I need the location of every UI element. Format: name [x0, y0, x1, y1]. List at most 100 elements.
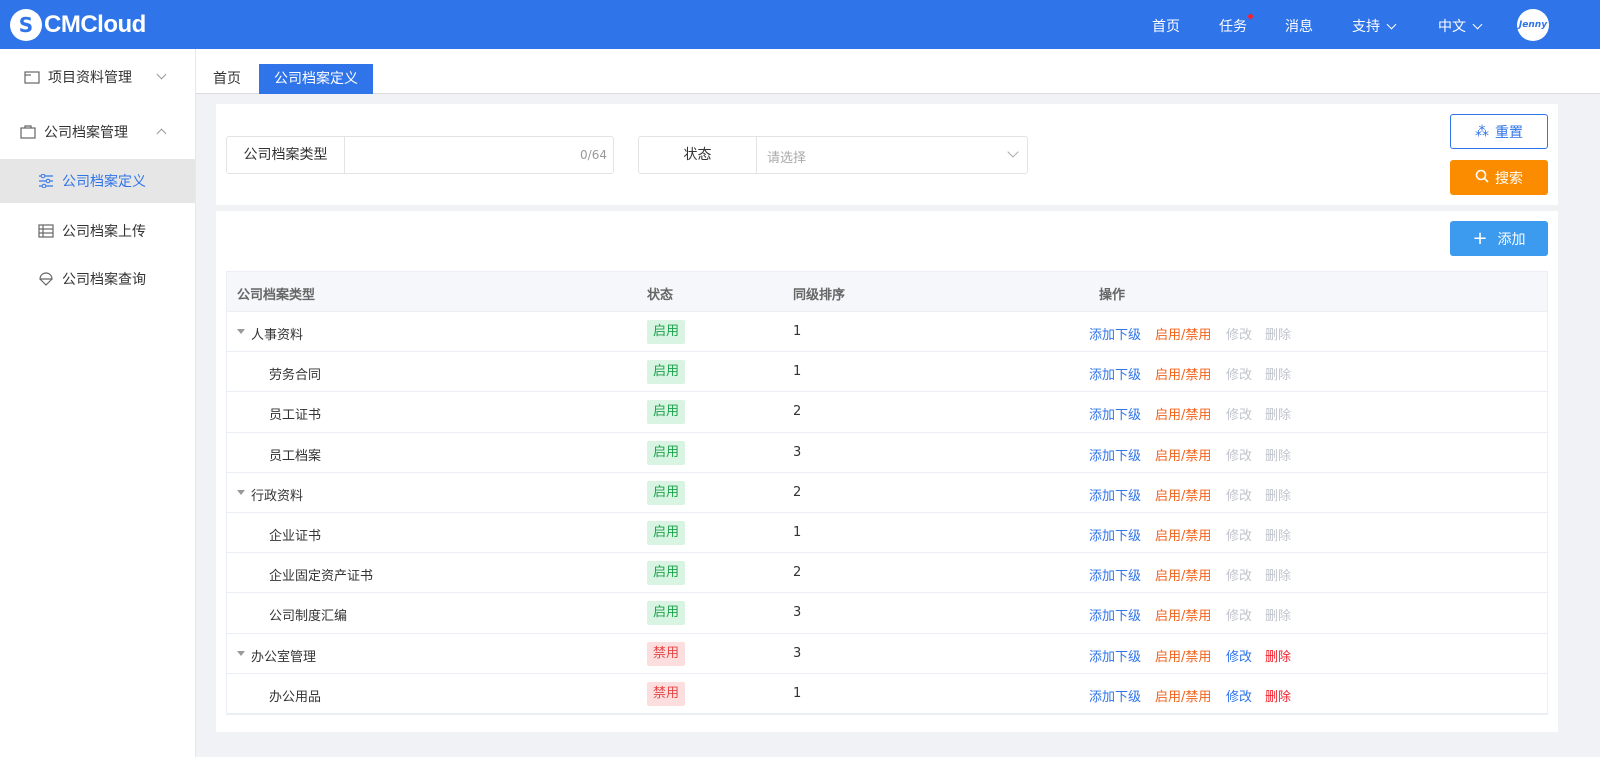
doc-type-name: 企业证书	[269, 528, 322, 544]
table-row: 公司制度汇编 启用 3 添加下级 启用/禁用 修改 删除	[227, 593, 1547, 634]
toggle-status-link[interactable]: 启用/禁用	[1155, 686, 1211, 705]
sidebar-item-company-doc-upload[interactable]: 公司档案上传	[0, 209, 195, 253]
add-child-link[interactable]: 添加下级	[1089, 686, 1141, 705]
add-child-link[interactable]: 添加下级	[1089, 364, 1141, 383]
sidebar-item-company-doc-query[interactable]: 公司档案查询	[0, 257, 195, 301]
chevron-up-icon	[156, 128, 167, 139]
nav-home[interactable]: 首页	[1152, 16, 1180, 36]
add-child-link[interactable]: 添加下级	[1089, 565, 1141, 584]
sidebar-item-label: 公司档案定义	[62, 174, 146, 190]
server-icon	[38, 224, 54, 238]
sidebar-item-company-docs[interactable]: 公司档案管理	[0, 110, 195, 154]
sidebar-item-label: 公司档案查询	[62, 272, 146, 288]
nav-messages[interactable]: 消息	[1285, 16, 1313, 36]
nav-tasks[interactable]: 任务	[1219, 14, 1253, 36]
doc-type-name: 企业固定资产证书	[269, 569, 374, 585]
sort-order: 3	[793, 605, 802, 621]
delete-link: 删除	[1265, 609, 1292, 625]
sort-order: 2	[793, 404, 802, 420]
tab-company-doc-definition[interactable]: 公司档案定义	[259, 64, 373, 94]
doc-type-input-wrap: 0/64	[345, 137, 613, 173]
add-child-link[interactable]: 添加下级	[1089, 404, 1141, 423]
sidebar-item-project-docs[interactable]: 项目资料管理	[0, 55, 195, 99]
sidebar-item-label: 公司档案上传	[62, 224, 146, 240]
toggle-status-link[interactable]: 启用/禁用	[1155, 324, 1211, 343]
nav-language[interactable]: 中文	[1438, 16, 1483, 36]
add-child-link[interactable]: 添加下级	[1089, 324, 1141, 343]
delete-link[interactable]: 删除	[1265, 686, 1291, 705]
add-child-link[interactable]: 添加下级	[1089, 646, 1141, 665]
status-badge: 启用	[647, 360, 686, 385]
delete-link: 删除	[1265, 448, 1292, 464]
doc-type-input[interactable]	[345, 137, 613, 173]
status-placeholder: 请选择	[767, 151, 807, 166]
edit-link: 修改	[1226, 528, 1253, 544]
status-badge: 启用	[647, 320, 686, 344]
edit-link: 修改	[1226, 368, 1253, 384]
toggle-status-link[interactable]: 启用/禁用	[1155, 364, 1211, 383]
col-status: 状态	[647, 288, 674, 303]
toggle-status-link[interactable]: 启用/禁用	[1155, 445, 1211, 464]
avatar[interactable]: Jenny	[1517, 9, 1549, 41]
status-badge: 启用	[647, 440, 686, 465]
folder-icon	[24, 70, 40, 84]
reset-button-label: 重置	[1495, 124, 1523, 141]
table-header: 公司档案类型 状态 同级排序 操作	[227, 272, 1547, 312]
sidebar-item-label: 项目资料管理	[48, 70, 132, 86]
reset-button[interactable]: ⁂ 重置	[1450, 114, 1548, 149]
add-button[interactable]: + 添加	[1450, 221, 1548, 256]
top-header: S CMCloud 首页 任务 消息 支持 中文 Jenny	[0, 0, 1600, 49]
doc-type-name: 员工证书	[269, 408, 322, 424]
toggle-status-link[interactable]: 启用/禁用	[1155, 605, 1211, 624]
table-row: 行政资料 启用 2 添加下级 启用/禁用 修改 删除	[227, 473, 1547, 513]
col-order: 同级排序	[793, 288, 846, 303]
chevron-down-icon	[1386, 19, 1397, 30]
caret-down-icon[interactable]	[237, 650, 245, 656]
sort-order: 2	[793, 565, 802, 581]
delete-link[interactable]: 删除	[1265, 646, 1291, 665]
toggle-status-link[interactable]: 启用/禁用	[1155, 404, 1211, 423]
table-row: 企业证书 启用 1 添加下级 启用/禁用 修改 删除	[227, 513, 1547, 554]
nav-support[interactable]: 支持	[1352, 16, 1397, 36]
toggle-status-link[interactable]: 启用/禁用	[1155, 646, 1211, 665]
delete-link: 删除	[1265, 368, 1292, 384]
table-row: 办公室管理 禁用 3 添加下级 启用/禁用 修改 删除	[227, 634, 1547, 674]
sort-order: 2	[793, 484, 802, 500]
edit-link: 修改	[1226, 609, 1253, 625]
edit-link: 修改	[1226, 488, 1253, 504]
table-row: 员工档案 启用 3 添加下级 启用/禁用 修改 删除	[227, 433, 1547, 473]
sort-order: 3	[793, 645, 802, 661]
toggle-status-link[interactable]: 启用/禁用	[1155, 485, 1211, 504]
sidebar-item-label: 公司档案管理	[44, 125, 128, 141]
delete-link: 删除	[1265, 488, 1292, 504]
add-child-link[interactable]: 添加下级	[1089, 605, 1141, 624]
search-button-label: 搜索	[1495, 170, 1523, 187]
status-label: 状态	[639, 137, 757, 173]
spinner-icon: ⁂	[1475, 123, 1489, 140]
logo[interactable]: S CMCloud	[10, 9, 146, 41]
delete-link: 删除	[1265, 408, 1292, 424]
status-badge: 启用	[647, 601, 686, 626]
table-row: 办公用品 禁用 1 添加下级 启用/禁用 修改 删除	[227, 674, 1547, 714]
add-child-link[interactable]: 添加下级	[1089, 445, 1141, 464]
edit-link[interactable]: 修改	[1226, 686, 1252, 705]
sort-order: 1	[793, 685, 802, 701]
caret-down-icon[interactable]	[237, 329, 245, 334]
caret-down-icon[interactable]	[237, 489, 245, 495]
search-button[interactable]: 搜索	[1450, 160, 1548, 195]
edit-link[interactable]: 修改	[1226, 646, 1252, 665]
toggle-status-link[interactable]: 启用/禁用	[1155, 525, 1211, 544]
status-badge: 禁用	[647, 681, 686, 706]
briefcase-icon	[20, 125, 36, 139]
sort-order: 1	[793, 364, 802, 380]
delete-link: 删除	[1265, 528, 1292, 544]
add-child-link[interactable]: 添加下级	[1089, 525, 1141, 544]
status-field: 状态 请选择	[638, 136, 1028, 174]
sidebar-item-company-doc-definition[interactable]: 公司档案定义	[0, 159, 195, 203]
status-select[interactable]: 请选择	[757, 137, 1027, 173]
toggle-status-link[interactable]: 启用/禁用	[1155, 565, 1211, 584]
add-child-link[interactable]: 添加下级	[1089, 485, 1141, 504]
status-badge: 启用	[647, 520, 686, 545]
tab-home[interactable]: 首页	[198, 64, 256, 94]
status-badge: 启用	[647, 480, 686, 505]
